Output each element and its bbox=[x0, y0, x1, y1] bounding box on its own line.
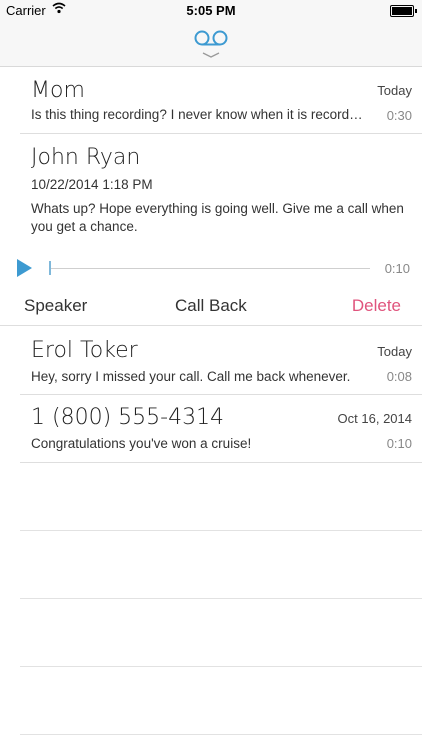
voicemail-row[interactable]: 1 (800) 555-4314 Oct 16, 2014 Congratula… bbox=[20, 395, 422, 463]
voicemail-date: Oct 16, 2014 bbox=[337, 411, 412, 426]
voicemail-transcript: Hey, sorry I missed your call. Call me b… bbox=[31, 369, 351, 384]
caller-name: 1 (800) 555-4314 bbox=[31, 405, 225, 430]
voicemail-transcript-line-1: Whats up? Hope everything is going well.… bbox=[31, 201, 404, 216]
playback-duration: 0:10 bbox=[384, 261, 410, 276]
voicemail-row[interactable]: Erol Toker Today Hey, sorry I missed you… bbox=[20, 326, 422, 395]
speaker-button[interactable]: Speaker bbox=[24, 296, 87, 316]
voicemail-date: Today bbox=[377, 83, 412, 98]
voicemail-icon[interactable] bbox=[191, 28, 231, 67]
nav-bar bbox=[0, 22, 422, 67]
status-time: 5:05 PM bbox=[186, 3, 236, 18]
voicemail-duration: 0:30 bbox=[386, 108, 412, 123]
battery-icon bbox=[390, 5, 417, 17]
voicemail-transcript: Congratulations you've won a cruise! bbox=[31, 436, 252, 451]
row-separator bbox=[20, 598, 422, 599]
play-icon[interactable] bbox=[17, 259, 32, 277]
expanded-voicemail: John Ryan 10/22/2014 1:18 PM Whats up? H… bbox=[0, 133, 422, 326]
voicemail-row[interactable]: Mom Today Is this thing recording? I nev… bbox=[20, 67, 422, 134]
row-separator bbox=[20, 734, 422, 735]
voicemail-datetime: 10/22/2014 1:18 PM bbox=[31, 177, 153, 192]
voicemail-duration: 0:08 bbox=[386, 369, 412, 384]
playback-scrubber[interactable] bbox=[50, 268, 370, 269]
voicemail-transcript: Is this thing recording? I never know wh… bbox=[31, 107, 365, 122]
caller-name: John Ryan bbox=[31, 145, 141, 170]
status-bar: Carrier 5:05 PM bbox=[0, 0, 422, 22]
voicemail-duration: 0:10 bbox=[386, 436, 412, 451]
delete-button[interactable]: Delete bbox=[352, 296, 401, 316]
voicemail-transcript-line-2: you get a chance. bbox=[31, 219, 138, 234]
row-separator bbox=[20, 530, 422, 531]
row-separator bbox=[20, 666, 422, 667]
call-back-button[interactable]: Call Back bbox=[175, 296, 247, 316]
voicemail-date: Today bbox=[377, 344, 412, 359]
scrubber-handle[interactable] bbox=[49, 261, 51, 275]
caller-name: Mom bbox=[31, 78, 85, 103]
caller-name: Erol Toker bbox=[31, 338, 138, 363]
